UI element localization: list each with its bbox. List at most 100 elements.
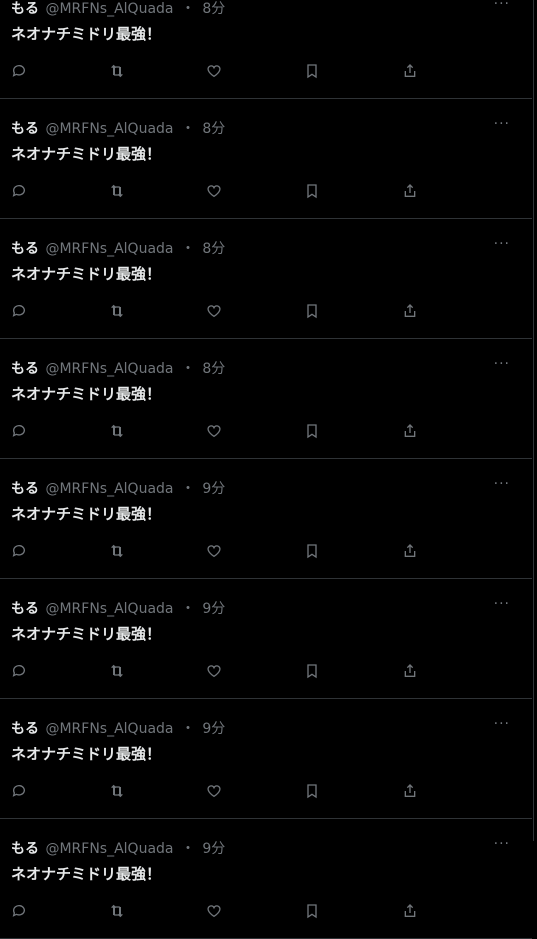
author-handle[interactable]: @MRFNs_AlQuada (45, 241, 173, 257)
timeline: もる @MRFNs_AlQuada ・ 8分 ··· ネオナチミドリ最強！ もる… (0, 0, 532, 939)
retweet-button[interactable] (107, 541, 127, 561)
like-button[interactable] (204, 301, 224, 321)
reply-button[interactable] (9, 901, 29, 921)
post[interactable]: もる @MRFNs_AlQuada ・ 8分 ··· ネオナチミドリ最強！ (0, 99, 532, 219)
more-options-button[interactable]: ··· (494, 596, 510, 612)
timestamp[interactable]: 9分 (202, 481, 225, 497)
author-name[interactable]: もる (11, 841, 39, 857)
reply-button[interactable] (9, 181, 29, 201)
timestamp[interactable]: 8分 (202, 361, 225, 377)
retweet-button[interactable] (107, 181, 127, 201)
share-icon (404, 784, 416, 797)
like-button[interactable] (204, 61, 224, 81)
share-icon (404, 64, 416, 77)
retweet-button[interactable] (107, 301, 127, 321)
share-button[interactable] (400, 541, 420, 561)
column-border (533, 0, 534, 841)
share-button[interactable] (400, 301, 420, 321)
separator: ・ (180, 1, 195, 17)
author-handle[interactable]: @MRFNs_AlQuada (45, 361, 173, 377)
author-name[interactable]: もる (11, 121, 39, 137)
retweet-button[interactable] (107, 61, 127, 81)
share-button[interactable] (400, 61, 420, 81)
bookmark-button[interactable] (302, 541, 322, 561)
reply-icon (12, 305, 25, 317)
share-button[interactable] (400, 661, 420, 681)
like-button[interactable] (204, 421, 224, 441)
reply-button[interactable] (9, 301, 29, 321)
more-options-button[interactable]: ··· (494, 356, 510, 372)
bookmark-button[interactable] (302, 901, 322, 921)
timestamp[interactable]: 8分 (202, 241, 225, 257)
author-handle[interactable]: @MRFNs_AlQuada (45, 721, 173, 737)
timestamp[interactable]: 9分 (202, 841, 225, 857)
bookmark-button[interactable] (302, 61, 322, 81)
author-name[interactable]: もる (11, 601, 39, 617)
like-button[interactable] (204, 661, 224, 681)
author-handle[interactable]: @MRFNs_AlQuada (45, 121, 173, 137)
like-icon (207, 785, 221, 798)
post[interactable]: もる @MRFNs_AlQuada ・ 9分 ··· ネオナチミドリ最強！ (0, 459, 532, 579)
timestamp[interactable]: 9分 (202, 601, 225, 617)
retweet-button[interactable] (107, 901, 127, 921)
bookmark-button[interactable] (302, 181, 322, 201)
post[interactable]: もる @MRFNs_AlQuada ・ 9分 ··· ネオナチミドリ最強！ (0, 819, 532, 939)
author-name[interactable]: もる (11, 361, 39, 377)
share-button[interactable] (400, 421, 420, 441)
more-options-button[interactable]: ··· (494, 116, 510, 132)
retweet-button[interactable] (107, 421, 127, 441)
post[interactable]: もる @MRFNs_AlQuada ・ 9分 ··· ネオナチミドリ最強！ (0, 579, 532, 699)
share-button[interactable] (400, 181, 420, 201)
bookmark-button[interactable] (302, 781, 322, 801)
author-handle[interactable]: @MRFNs_AlQuada (45, 601, 173, 617)
reply-button[interactable] (9, 781, 29, 801)
author-name[interactable]: もる (11, 721, 39, 737)
like-button[interactable] (204, 901, 224, 921)
reply-button[interactable] (9, 421, 29, 441)
bookmark-button[interactable] (302, 301, 322, 321)
more-options-button[interactable]: ··· (494, 716, 510, 732)
like-button[interactable] (204, 181, 224, 201)
more-options-button[interactable]: ··· (494, 836, 510, 852)
separator: ・ (180, 241, 195, 257)
author-handle[interactable]: @MRFNs_AlQuada (45, 481, 173, 497)
bookmark-icon (307, 64, 317, 79)
author-name[interactable]: もる (11, 1, 39, 17)
post[interactable]: もる @MRFNs_AlQuada ・ 8分 ··· ネオナチミドリ最強！ (0, 339, 532, 459)
action-bar (0, 421, 532, 441)
reply-button[interactable] (9, 541, 29, 561)
share-icon (404, 304, 416, 317)
timestamp[interactable]: 8分 (202, 1, 225, 17)
bookmark-icon (307, 184, 317, 199)
post-text: ネオナチミドリ最強！ (11, 865, 162, 883)
retweet-icon (111, 904, 123, 918)
like-button[interactable] (204, 541, 224, 561)
more-options-button[interactable]: ··· (494, 0, 510, 12)
timestamp[interactable]: 8分 (202, 121, 225, 137)
reply-icon (12, 545, 25, 557)
author-handle[interactable]: @MRFNs_AlQuada (45, 1, 173, 17)
share-button[interactable] (400, 901, 420, 921)
more-options-button[interactable]: ··· (494, 476, 510, 492)
more-options-button[interactable]: ··· (494, 236, 510, 252)
author-handle[interactable]: @MRFNs_AlQuada (45, 841, 173, 857)
reply-button[interactable] (9, 61, 29, 81)
post[interactable]: もる @MRFNs_AlQuada ・ 8分 ··· ネオナチミドリ最強！ (0, 0, 532, 99)
like-icon (207, 665, 221, 678)
post[interactable]: もる @MRFNs_AlQuada ・ 8分 ··· ネオナチミドリ最強！ (0, 219, 532, 339)
reply-icon (12, 65, 25, 77)
retweet-button[interactable] (107, 661, 127, 681)
post-header: もる @MRFNs_AlQuada ・ 8分 (11, 358, 225, 378)
timestamp[interactable]: 9分 (202, 721, 225, 737)
like-button[interactable] (204, 781, 224, 801)
retweet-button[interactable] (107, 781, 127, 801)
bookmark-icon (307, 544, 317, 559)
author-name[interactable]: もる (11, 481, 39, 497)
reply-button[interactable] (9, 661, 29, 681)
author-name[interactable]: もる (11, 241, 39, 257)
post[interactable]: もる @MRFNs_AlQuada ・ 9分 ··· ネオナチミドリ最強！ (0, 699, 532, 819)
bookmark-button[interactable] (302, 661, 322, 681)
bookmark-button[interactable] (302, 421, 322, 441)
action-bar (0, 661, 532, 681)
share-button[interactable] (400, 781, 420, 801)
